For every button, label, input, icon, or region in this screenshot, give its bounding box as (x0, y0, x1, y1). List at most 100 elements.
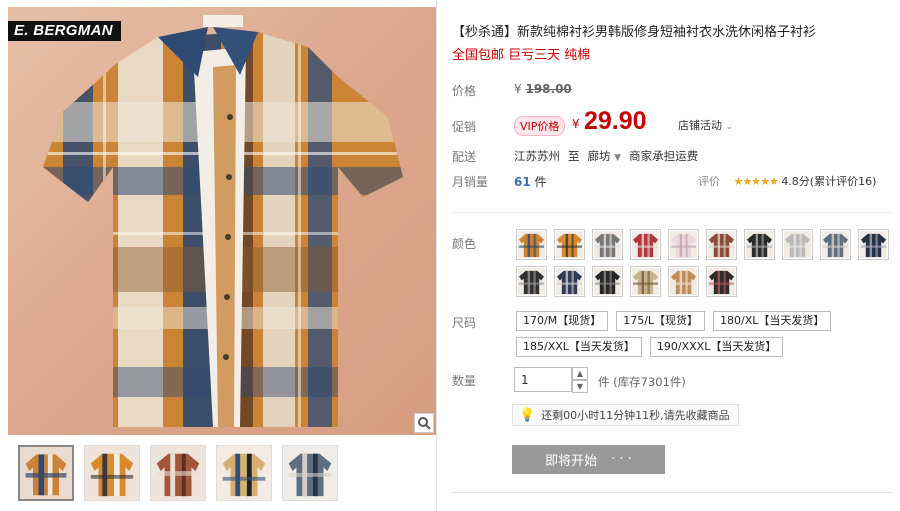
thumbnail-5[interactable] (282, 445, 338, 501)
sales-unit: 件 (534, 175, 547, 189)
shirt-thumb-image (151, 446, 205, 500)
color-swatch-orange-plaid[interactable] (516, 229, 547, 260)
shirt-thumb-image (85, 446, 139, 500)
color-swatch-grey-check[interactable] (592, 229, 623, 260)
color-swatch-slate-check[interactable] (820, 229, 851, 260)
thumbnail-3[interactable] (150, 445, 206, 501)
shirt-swatch-image (670, 268, 697, 295)
triangle-down-icon: ▼ (614, 153, 622, 163)
color-swatch-grid (516, 229, 896, 297)
rating-label: 评价 (698, 175, 720, 188)
color-swatch-tan-plaid[interactable] (668, 266, 699, 297)
shipping-row: 江苏苏州 至 廊坊 ▼ 商家承担运费 (514, 148, 698, 164)
color-swatch-navy-check[interactable] (858, 229, 889, 260)
shirt-thumb-image (20, 447, 72, 499)
shirt-swatch-image (594, 231, 621, 258)
product-subtitle: 全国包邮 巨亏三天 纯棉 (452, 48, 591, 63)
shipping-fee: 商家承担运费 (629, 149, 699, 163)
sales-count: 61 (514, 175, 531, 189)
plaid-shirt-image (43, 15, 403, 427)
quantity-input[interactable] (514, 367, 572, 392)
color-swatch-orange-plaid-2[interactable] (554, 229, 585, 260)
price-label: 价格 (452, 84, 477, 98)
store-activity-dropdown[interactable]: 店铺活动 ⌄ (678, 117, 733, 133)
color-swatch-light-pink[interactable] (668, 229, 699, 260)
size-options: 170/M【现货】 175/L【现货】 180/XL【当天发货】 185/XXL… (516, 311, 896, 357)
current-price: 29.90 (584, 107, 647, 135)
size-option[interactable]: 185/XXL【当天发货】 (516, 337, 642, 357)
chevron-down-icon: ▼ (576, 382, 584, 391)
color-swatch-beige-plaid[interactable] (630, 266, 661, 297)
quantity-decrease-button[interactable]: ▼ (572, 380, 588, 393)
size-option[interactable]: 175/L【现货】 (616, 311, 706, 331)
size-option[interactable]: 190/XXXL【当天发货】 (649, 337, 784, 357)
section-divider (452, 212, 892, 213)
panel-divider (436, 0, 437, 511)
shirt-swatch-image (556, 268, 583, 295)
shirt-swatch-image (708, 231, 735, 258)
lightbulb-icon: 💡 (519, 407, 536, 423)
color-swatch-grey-plain[interactable] (782, 229, 813, 260)
shirt-swatch-image (822, 231, 849, 258)
promo-label: 促销 (452, 120, 477, 134)
brand-logo: E. BERGMAN (8, 21, 121, 41)
countdown-notice: 💡 还剩00小时11分钟11秒,请先收藏商品 (512, 404, 739, 426)
thumbnail-1[interactable] (18, 445, 74, 501)
ship-to-word: 至 (568, 149, 580, 163)
size-option[interactable]: 170/M【现货】 (516, 311, 609, 331)
chevron-down-icon: ⌄ (725, 122, 734, 132)
color-label: 颜色 (452, 237, 477, 251)
color-swatch-black-check[interactable] (744, 229, 775, 260)
rating[interactable]: 评价 ★★★★★ 4.8分(累计评价16) (698, 173, 876, 189)
original-currency: ¥ (514, 82, 522, 96)
chevron-up-icon: ▲ (576, 369, 584, 378)
rating-text: 4.8分(累计评价16) (781, 175, 877, 188)
shirt-thumb-image (283, 446, 337, 500)
color-swatch-black-check-2[interactable] (516, 266, 547, 297)
shipping-label: 配送 (452, 150, 477, 164)
start-soon-button[interactable]: 即将开始 · · · (512, 445, 665, 474)
original-price: ¥ 198.00 (514, 82, 572, 96)
zoom-button[interactable] (414, 413, 434, 433)
sales-label: 月销量 (452, 175, 489, 189)
store-activity-label: 店铺活动 (678, 119, 722, 132)
shirt-swatch-image (518, 268, 545, 295)
color-swatch-red-plaid[interactable] (630, 229, 661, 260)
vip-price-tag: VIP价格 (514, 116, 566, 136)
shirt-thumb-image (217, 446, 271, 500)
product-title: 【秒杀通】新款纯棉衬衫男韩版修身短袖衬衣水洗休闲格子衬衫 (452, 25, 817, 40)
thumbnail-strip (18, 445, 338, 503)
ship-to-city: 廊坊 (587, 149, 611, 163)
sales-row: 61 件 (514, 173, 547, 190)
ship-to-dropdown[interactable]: 廊坊 ▼ (588, 148, 622, 164)
thumbnail-4[interactable] (216, 445, 272, 501)
shirt-swatch-image (860, 231, 887, 258)
quantity-stock: 件 (库存7301件) (598, 374, 686, 390)
currency-symbol: ¥ (572, 117, 580, 131)
thumbnail-2[interactable] (84, 445, 140, 501)
countdown-text: 还剩00小时11分钟11秒,请先收藏商品 (541, 409, 730, 422)
main-product-image[interactable]: E. BERGMAN (8, 7, 436, 435)
shirt-swatch-image (746, 231, 773, 258)
color-swatch-navy-check-2[interactable] (554, 266, 585, 297)
quantity-increase-button[interactable]: ▲ (572, 367, 588, 380)
color-swatch-black-check-4[interactable] (706, 266, 737, 297)
shirt-swatch-image (632, 231, 659, 258)
shirt-swatch-image (670, 231, 697, 258)
color-swatch-black-check-3[interactable] (592, 266, 623, 297)
quantity-unit: 件 (598, 375, 610, 389)
shirt-swatch-image (518, 231, 545, 258)
image-gallery: E. BERGMAN (8, 7, 436, 511)
shirt-swatch-image (784, 231, 811, 258)
stock-count: (库存7301件) (613, 375, 686, 389)
start-soon-dots: · · · (611, 452, 632, 467)
ship-from: 江苏苏州 (514, 149, 560, 163)
shirt-swatch-image (556, 231, 583, 258)
magnifier-icon (418, 417, 431, 430)
star-rating-icon: ★★★★★ (733, 175, 779, 188)
size-option[interactable]: 180/XL【当天发货】 (713, 311, 832, 331)
shirt-swatch-image (594, 268, 621, 295)
size-label: 尺码 (452, 316, 477, 330)
shirt-swatch-image (708, 268, 735, 295)
color-swatch-multi-check[interactable] (706, 229, 737, 260)
